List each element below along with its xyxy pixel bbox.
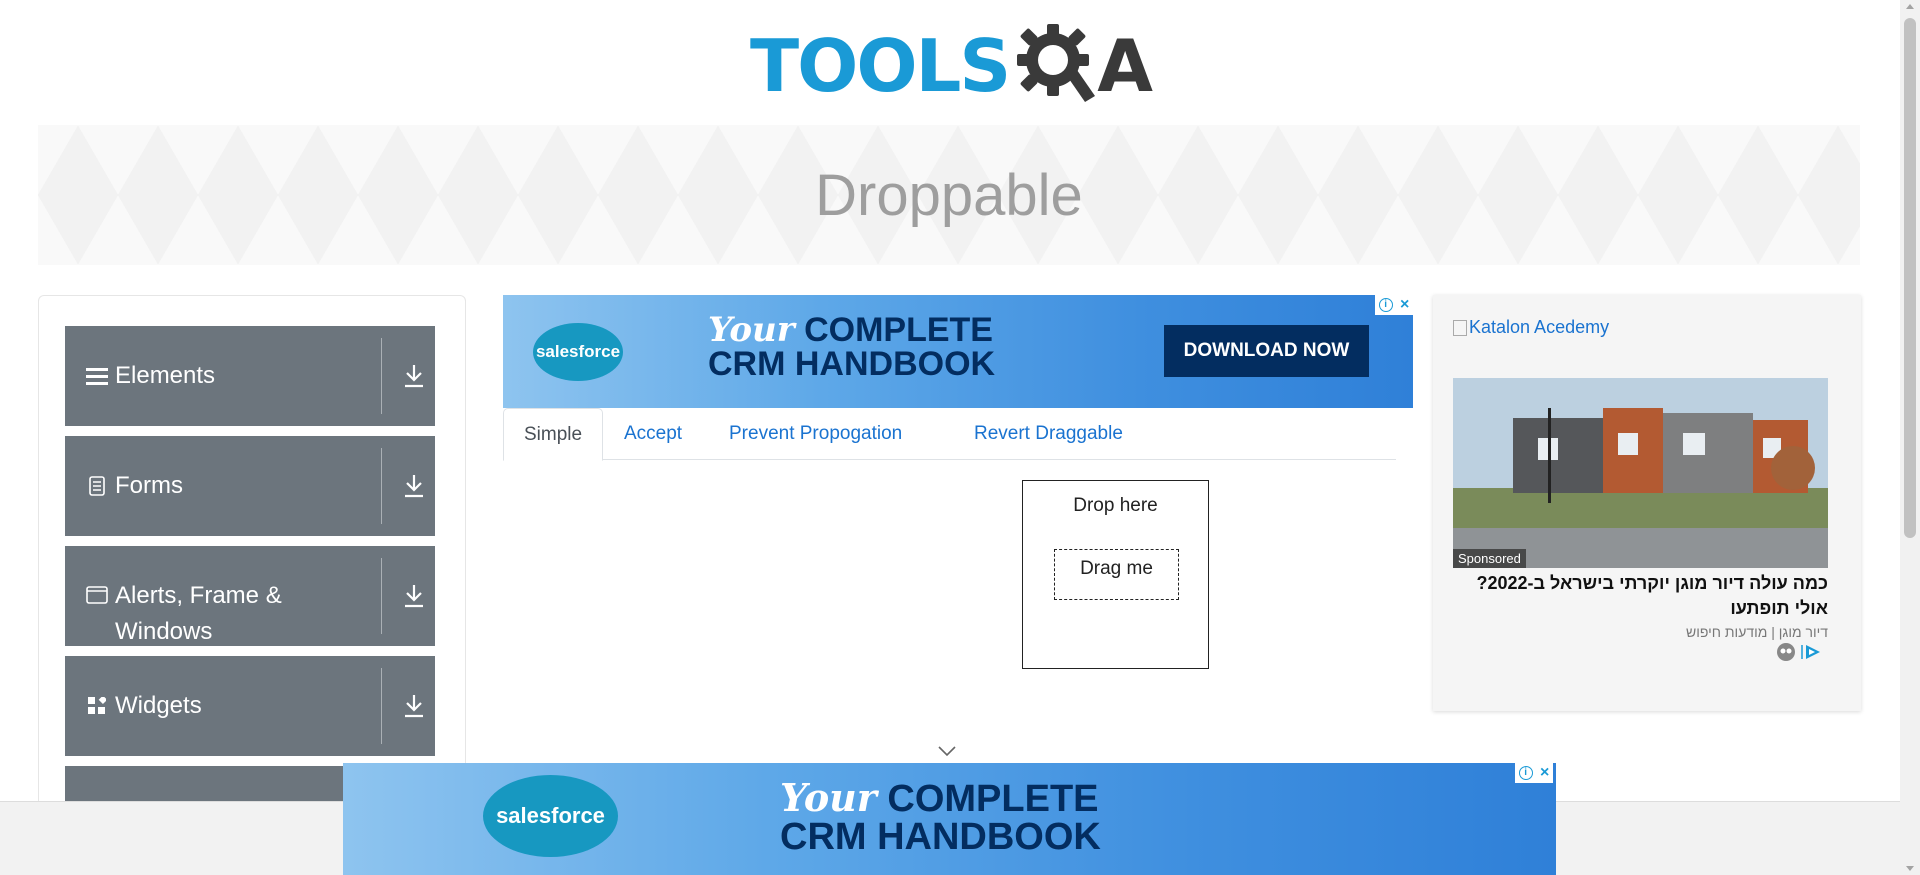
adchoices-icon <box>1801 645 1820 659</box>
katalon-ad-link[interactable]: Katalon Acedemy <box>1453 317 1609 338</box>
ad-house-photo[interactable]: Sponsored <box>1453 378 1828 568</box>
sponsored-tag: Sponsored <box>1453 549 1526 568</box>
house-illustration <box>1453 378 1828 568</box>
taboola-badge[interactable] <box>1776 642 1832 662</box>
salesforce-logo: salesforce <box>483 775 618 857</box>
sidebar-group-label: Alerts, Frame & Windows <box>115 582 282 645</box>
download-icon[interactable] <box>403 692 425 720</box>
left-sidebar: Elements Forms Alerts, Frame & Windows W… <box>38 295 466 815</box>
taboola-icon <box>1777 643 1795 661</box>
ad-brand: salesforce <box>496 803 605 828</box>
draggable-box[interactable]: Drag me <box>1054 549 1179 600</box>
sidebar-group-forms[interactable]: Forms <box>65 436 435 536</box>
divider <box>381 668 382 744</box>
close-icon: × <box>1399 296 1410 313</box>
divider <box>381 558 382 634</box>
tab-accept[interactable]: Accept <box>604 408 702 460</box>
divider <box>381 448 382 524</box>
ad-brand: salesforce <box>535 342 621 361</box>
sidebar-group-alerts[interactable]: Alerts, Frame & Windows <box>65 546 435 646</box>
close-icon: × <box>1539 764 1550 781</box>
katalon-link-text: Katalon Acedemy <box>1469 317 1610 337</box>
scroll-up-arrow-icon[interactable] <box>1906 4 1914 9</box>
toolsqa-logo[interactable]: TOOLS A <box>750 18 1154 114</box>
download-icon[interactable] <box>403 472 425 500</box>
ad-cta-label: DOWNLOAD NOW <box>1183 340 1350 361</box>
download-icon[interactable] <box>403 582 425 610</box>
hamburger-icon <box>85 366 109 386</box>
ad-headline: Your COMPLETE CRM HANDBOOK <box>708 313 995 381</box>
ad-title[interactable]: כמה עולה דיור מוגן יוקרתי בישראל ב-2022?… <box>1453 571 1828 621</box>
adchoices-badge[interactable]: i × <box>1375 295 1413 315</box>
tab-revert-draggable[interactable]: Revert Draggable <box>954 408 1143 460</box>
gear-magnifier-icon <box>1017 24 1096 102</box>
ad-headline-italic: Your <box>780 775 877 820</box>
window-icon <box>85 586 109 604</box>
download-now-button[interactable]: DOWNLOAD NOW <box>1164 325 1369 377</box>
ad-headline-italic: Your <box>708 310 795 350</box>
divider <box>381 338 382 414</box>
page-banner: Droppable <box>38 125 1860 265</box>
adchoices-badge[interactable]: i × <box>1515 763 1553 783</box>
ad-subtitle: דיור מוגן | מודעות חיפוש <box>1686 624 1828 640</box>
sidebar-group-widgets[interactable]: Widgets <box>65 656 435 756</box>
sidebar-group-label: Widgets <box>115 692 202 719</box>
ad-banner-bottom[interactable]: salesforce Your COMPLETE CRM HANDBOOK i × <box>343 763 1556 875</box>
ad-headline-line1: COMPLETE <box>804 311 993 349</box>
info-icon: i <box>1518 766 1533 780</box>
tab-prevent-propogation[interactable]: Prevent Propogation <box>709 408 922 460</box>
right-ad-panel[interactable]: Katalon Acedemy Sponsored כמה עולה דיור … <box>1433 295 1861 711</box>
info-icon: i <box>1378 298 1393 312</box>
scroll-down-arrow-icon[interactable] <box>1906 866 1914 871</box>
ad-headline-line2: CRM HANDBOOK <box>708 345 996 383</box>
download-icon[interactable] <box>403 362 425 390</box>
chevron-down-icon[interactable] <box>937 745 957 757</box>
ad-headline: Your COMPLETE CRM HANDBOOK <box>780 778 1101 858</box>
salesforce-logo: salesforce <box>533 323 623 381</box>
widgets-icon <box>85 697 109 715</box>
ad-banner-top[interactable]: salesforce Your COMPLETE CRM HANDBOOK DO… <box>503 295 1413 408</box>
sidebar-group-label: Elements <box>115 362 216 389</box>
logo-tools-text: TOOLS <box>750 24 1011 108</box>
page-title: Droppable <box>815 162 1083 228</box>
sidebar-group-label: Forms <box>115 472 183 499</box>
sidebar-group-elements[interactable]: Elements <box>65 326 435 426</box>
scrollbar-thumb[interactable] <box>1904 18 1916 538</box>
ad-headline-line1: COMPLETE <box>887 778 1099 820</box>
logo-a-text: A <box>1097 24 1153 108</box>
ad-headline-line2: CRM HANDBOOK <box>780 816 1101 858</box>
tab-simple[interactable]: Simple <box>503 408 604 461</box>
page-scrollbar[interactable] <box>1900 0 1920 875</box>
drop-target-label: Drop here <box>1073 495 1158 516</box>
broken-image-icon <box>1453 319 1467 336</box>
tab-bar: Simple Accept Prevent Propogation Revert… <box>503 408 1396 461</box>
document-icon <box>85 476 109 496</box>
